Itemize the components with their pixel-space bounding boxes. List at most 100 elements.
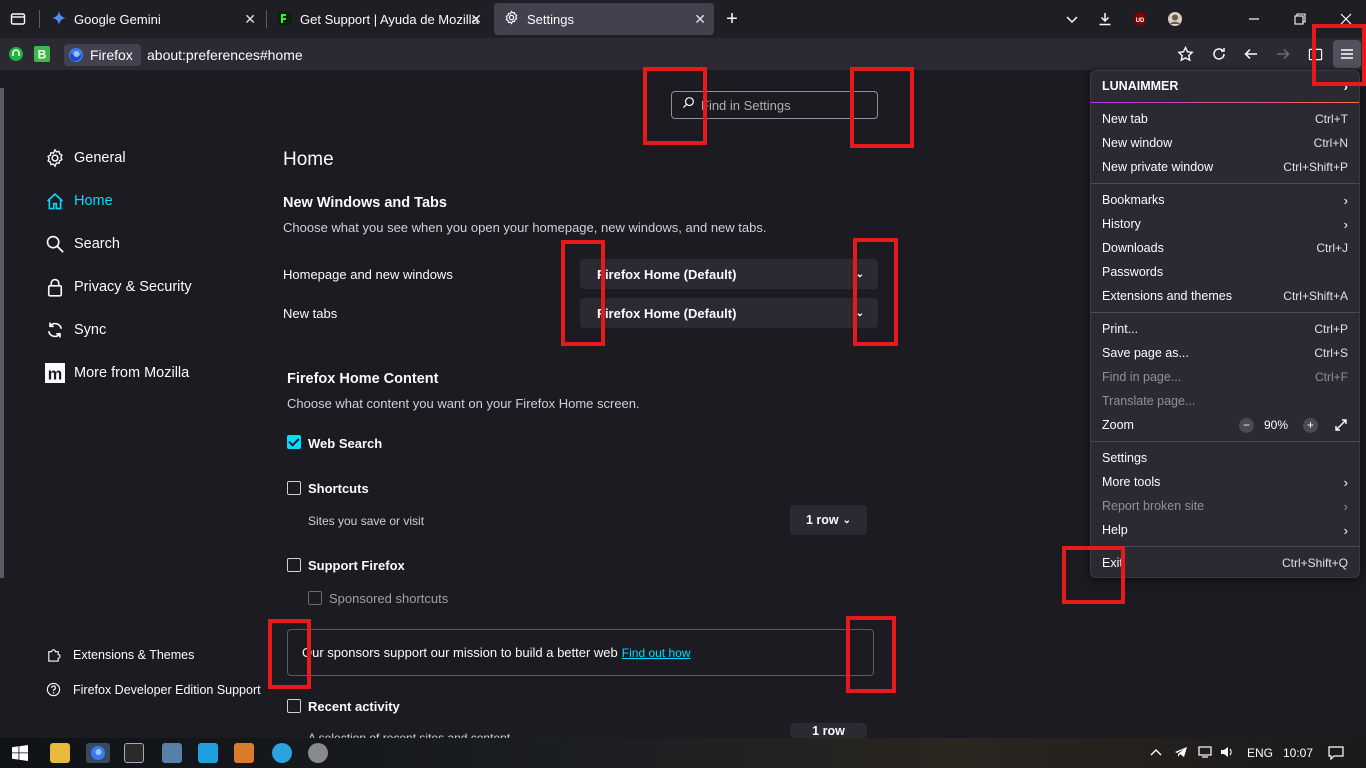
- file-explorer-icon[interactable]: [50, 743, 70, 763]
- shortcuts-rows-select[interactable]: 1 row ⌄: [790, 505, 867, 535]
- menu-item-new-private-window[interactable]: New private window Ctrl+Shift+P: [1102, 156, 1348, 178]
- sidebar-item-privacy[interactable]: Privacy & Security: [44, 274, 192, 300]
- restore-icon[interactable]: [1288, 7, 1312, 31]
- home-icon: [44, 190, 66, 212]
- menu-item-downloads[interactable]: Downloads Ctrl+J: [1102, 237, 1348, 259]
- app-icon-monitor[interactable]: [162, 743, 182, 763]
- sidebar-item-home[interactable]: Home: [44, 188, 113, 214]
- zoom-out-button[interactable]: −: [1239, 417, 1254, 433]
- zoom-level[interactable]: 90%: [1264, 418, 1288, 432]
- notifications-icon[interactable]: [1328, 746, 1344, 763]
- minimize-icon[interactable]: [1242, 7, 1266, 31]
- newtabs-select[interactable]: Firefox Home (Default) ⌄: [580, 298, 878, 328]
- close-icon[interactable]: ✕: [244, 11, 256, 28]
- chevron-right-icon: ›: [1343, 498, 1348, 514]
- downloads-icon[interactable]: [1093, 7, 1117, 31]
- firefox-taskbar-icon[interactable]: [86, 743, 110, 763]
- app-icon-orange[interactable]: [234, 743, 254, 763]
- menu-item-help[interactable]: Help ›: [1102, 519, 1348, 541]
- tab-settings[interactable]: Settings ✕: [494, 3, 714, 35]
- sidebar-footer-support[interactable]: Firefox Developer Edition Support: [44, 682, 261, 697]
- menu-item-exit[interactable]: Exit Ctrl+Shift+Q: [1102, 552, 1348, 574]
- app-icon-gray[interactable]: [308, 743, 328, 763]
- sponsored-shortcuts-checkbox[interactable]: [308, 591, 322, 605]
- homepage-select[interactable]: Firefox Home (Default) ⌄: [580, 259, 878, 289]
- support-firefox-checkbox[interactable]: [287, 558, 301, 572]
- identity-box[interactable]: Firefox: [64, 44, 141, 66]
- sidebar-item-sync[interactable]: Sync: [44, 317, 106, 343]
- homepage-label: Homepage and new windows: [283, 267, 453, 282]
- annotation-box: [850, 67, 914, 148]
- bookmark-star-icon[interactable]: [1173, 42, 1197, 66]
- tray-chevron-up-icon[interactable]: [1150, 746, 1162, 760]
- telegram-icon[interactable]: [272, 743, 292, 763]
- sponsored-shortcuts-label: Sponsored shortcuts: [329, 591, 449, 606]
- menu-separator: [1091, 312, 1359, 313]
- extension-b-icon[interactable]: B: [30, 42, 54, 66]
- windows-taskbar: ENG 10:07: [0, 738, 1366, 768]
- tab-google-gemini[interactable]: Google Gemini ✕: [42, 3, 264, 35]
- menu-item-save-page[interactable]: Save page as... Ctrl+S: [1102, 342, 1348, 364]
- close-icon[interactable]: ✕: [470, 11, 482, 28]
- tab-list-icon[interactable]: [6, 7, 30, 31]
- section-heading-home-content: Firefox Home Content: [287, 371, 439, 387]
- forward-arrow-icon[interactable]: [1271, 42, 1295, 66]
- url-field[interactable]: about:preferences#home: [147, 47, 303, 63]
- menu-item-report-broken-site[interactable]: Report broken site ›: [1102, 495, 1348, 517]
- clock[interactable]: 10:07: [1283, 746, 1313, 760]
- sidebar-item-more-from-mozilla[interactable]: m More from Mozilla: [44, 360, 189, 386]
- list-all-tabs-chevron-icon[interactable]: [1060, 7, 1084, 31]
- menu-item-new-tab[interactable]: New tab Ctrl+T: [1102, 108, 1348, 130]
- footer-label: Extensions & Themes: [73, 647, 195, 662]
- menu-item-extensions[interactable]: Extensions and themes Ctrl+Shift+A: [1102, 285, 1348, 307]
- recent-activity-checkbox[interactable]: [287, 699, 301, 713]
- annotation-box: [853, 238, 898, 346]
- recent-activity-sub: A selection of recent sites and content: [308, 731, 511, 738]
- menu-item-print[interactable]: Print... Ctrl+P: [1102, 318, 1348, 340]
- web-search-checkbox[interactable]: [287, 435, 301, 449]
- language-indicator[interactable]: ENG: [1247, 746, 1273, 760]
- svg-text:B: B: [38, 48, 47, 62]
- search-input[interactable]: [701, 97, 871, 113]
- puzzle-icon: [44, 647, 62, 662]
- zoom-in-button[interactable]: +: [1303, 417, 1318, 433]
- menu-item-bookmarks[interactable]: Bookmarks ›: [1102, 189, 1348, 211]
- svg-text:UD: UD: [1136, 18, 1145, 24]
- shortcuts-checkbox[interactable]: [287, 481, 301, 495]
- close-icon[interactable]: ✕: [694, 11, 706, 28]
- new-tab-button[interactable]: +: [720, 7, 744, 31]
- app-icon-blue[interactable]: [198, 743, 218, 763]
- chevron-right-icon: ›: [1343, 216, 1348, 232]
- menu-item-settings[interactable]: Settings: [1102, 447, 1348, 469]
- sidebar-item-general[interactable]: General: [44, 145, 126, 171]
- sidebar-item-search[interactable]: Search: [44, 231, 120, 257]
- sidebar-item-label: General: [74, 150, 126, 166]
- help-icon: [44, 682, 62, 697]
- find-out-how-link[interactable]: Find out how: [622, 646, 691, 660]
- account-avatar-icon[interactable]: [1163, 7, 1187, 31]
- extension-green-icon[interactable]: [4, 42, 28, 66]
- annotation-box: [268, 619, 311, 689]
- fullscreen-icon[interactable]: [1334, 418, 1348, 432]
- network-icon[interactable]: [1198, 746, 1212, 761]
- menu-item-history[interactable]: History ›: [1102, 213, 1348, 235]
- footer-label: Firefox Developer Edition Support: [73, 682, 261, 697]
- tab-get-support[interactable]: Get Support | Ayuda de Mozilla ✕: [268, 3, 490, 35]
- reload-icon[interactable]: [1207, 42, 1231, 66]
- menu-item-passwords[interactable]: Passwords: [1102, 261, 1348, 283]
- ublock-origin-icon[interactable]: UD: [1128, 7, 1152, 31]
- menu-item-more-tools[interactable]: More tools ›: [1102, 471, 1348, 493]
- chevron-right-icon: ›: [1343, 474, 1348, 490]
- recent-rows-select[interactable]: 1 row: [790, 723, 867, 738]
- menu-item-new-window[interactable]: New window Ctrl+N: [1102, 132, 1348, 154]
- page-title: Home: [283, 149, 334, 170]
- chevron-right-icon: ›: [1343, 522, 1348, 538]
- sidebar-footer-extensions[interactable]: Extensions & Themes: [44, 647, 194, 662]
- windows-start-icon[interactable]: [10, 743, 30, 763]
- back-arrow-icon[interactable]: [1239, 42, 1263, 66]
- telegram-tray-icon[interactable]: [1174, 746, 1188, 761]
- volume-icon[interactable]: [1220, 746, 1234, 761]
- menu-item-find-in-page[interactable]: Find in page... Ctrl+F: [1102, 366, 1348, 388]
- app-icon-grid[interactable]: [124, 743, 144, 763]
- menu-item-translate-page[interactable]: Translate page...: [1102, 390, 1348, 412]
